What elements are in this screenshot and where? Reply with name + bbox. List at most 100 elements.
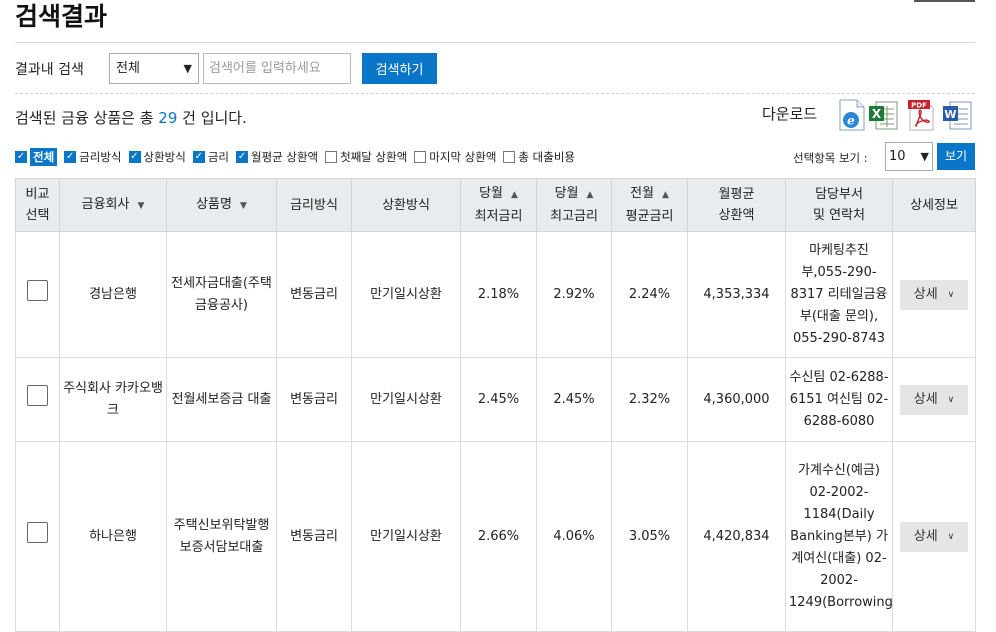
checkbox[interactable]: ✓ <box>64 151 77 163</box>
svg-text:PDF: PDF <box>911 102 927 110</box>
company-cell: 주식회사 카카오뱅크 <box>59 357 167 442</box>
monthly-payment-cell: 4,353,334 <box>687 231 786 358</box>
result-count: 29 <box>158 109 178 127</box>
option-first-payment[interactable]: 첫째달 상환액 <box>325 149 407 165</box>
max-rate-cell: 2.45% <box>536 357 612 442</box>
chevron-down-icon: ∨ <box>947 531 955 542</box>
view-count-select[interactable]: 10 ▼ <box>885 142 933 171</box>
view-count-value: 10 <box>889 149 906 164</box>
svg-text:W: W <box>944 108 956 121</box>
col-product[interactable]: 상품명 ▼ <box>166 178 277 232</box>
chevron-down-icon: ∨ <box>947 289 955 300</box>
repay-type-cell: 만기일시상환 <box>351 231 461 358</box>
avg-rate-cell: 3.05% <box>611 441 688 632</box>
option-rate-type[interactable]: ✓ 금리방식 <box>64 149 122 165</box>
option-all[interactable]: ✓ 전체 <box>15 148 58 166</box>
table-row: 하나은행 주택신보위탁발행보증서담보대출 변동금리 만기일시상환 2.66% 4… <box>15 441 976 632</box>
col-repay-type: 상환방식 <box>351 178 461 232</box>
view-count-label: 선택항목 보기 : <box>793 151 868 165</box>
contact-cell: 마케팅추진부,055-290-8317 리테일금융부(대출 문의), 055-2… <box>785 231 893 358</box>
avg-rate-cell: 2.32% <box>611 357 688 442</box>
contact-cell: 가계수신(예금) 02-2002-1184(Daily Banking본부) 가… <box>785 441 893 632</box>
compare-checkbox[interactable] <box>27 522 48 543</box>
checkbox[interactable] <box>503 151 516 163</box>
chevron-down-icon: ▼ <box>920 150 929 163</box>
min-rate-cell: 2.66% <box>460 441 537 632</box>
svg-text:e: e <box>847 114 855 128</box>
option-rate[interactable]: ✓ 금리 <box>192 149 229 165</box>
table-header-row: 비교 선택 금융회사 ▼ 상품명 ▼ 금리방식 상환방식 당월 ▲ 최저금리 당월 ▲ 최고금… <box>15 178 976 232</box>
repay-type-cell: 만기일시상환 <box>351 441 461 632</box>
detail-button[interactable]: 상세 ∨ <box>900 521 968 552</box>
option-monthly-payment[interactable]: ✓ 월평균 상환액 <box>236 149 318 165</box>
col-company[interactable]: 금융회사 ▼ <box>59 178 167 232</box>
min-rate-cell: 2.45% <box>460 357 537 442</box>
company-cell: 경남은행 <box>59 231 167 358</box>
sort-up-icon[interactable]: ▲ <box>511 190 518 200</box>
column-options: ✓ 전체 ✓ 금리방식 ✓ 상환방식 ✓ 금리 ✓ 월평균 상환액 첫째달 상환액 마지막… <box>15 147 582 167</box>
checkbox[interactable]: ✓ <box>15 151 27 163</box>
company-cell: 하나은행 <box>59 441 167 632</box>
excel-icon[interactable]: X <box>868 99 898 131</box>
rate-type-cell: 변동금리 <box>276 357 352 442</box>
result-summary: 검색된 금융 상품은 총 29 건 입니다. <box>15 107 247 128</box>
product-cell: 주택신보위탁발행보증서담보대출 <box>166 441 277 632</box>
avg-rate-cell: 2.24% <box>611 231 688 358</box>
checkbox[interactable]: ✓ <box>192 151 205 163</box>
chevron-down-icon: ∨ <box>947 394 955 405</box>
search-label: 결과내 검색 <box>15 61 84 78</box>
compare-cell <box>15 441 60 632</box>
monthly-payment-cell: 4,360,000 <box>687 357 786 442</box>
monthly-payment-cell: 4,420,834 <box>687 441 786 632</box>
max-rate-cell: 2.92% <box>536 231 612 358</box>
product-cell: 전세자금대출(주택금융공사) <box>166 231 277 358</box>
search-scope-select[interactable]: 전체 ▼ <box>109 53 199 84</box>
option-repay-type[interactable]: ✓ 상환방식 <box>128 149 186 165</box>
compare-checkbox[interactable] <box>27 280 48 301</box>
table-row: 주식회사 카카오뱅크 전월세보증금 대출 변동금리 만기일시상환 2.45% 2… <box>15 357 976 442</box>
view-button[interactable]: 보기 <box>937 143 975 170</box>
rate-type-cell: 변동금리 <box>276 231 352 358</box>
checkbox[interactable]: ✓ <box>128 151 141 163</box>
sort-down-icon[interactable]: ▼ <box>240 201 247 211</box>
summary-suffix: 건 입니다. <box>177 109 247 127</box>
option-total-cost[interactable]: 총 대출비용 <box>503 149 575 165</box>
compare-cell <box>15 231 60 358</box>
compare-cell <box>15 357 60 442</box>
sort-up-icon[interactable]: ▲ <box>662 190 669 200</box>
col-max-rate[interactable]: 당월 ▲ 최고금리 <box>536 178 612 232</box>
sort-up-icon[interactable]: ▲ <box>587 190 594 200</box>
search-input[interactable] <box>203 53 351 84</box>
ie-icon[interactable]: e <box>837 99 867 131</box>
page-title: 검색결과 <box>15 2 108 31</box>
sort-down-icon[interactable]: ▼ <box>137 201 144 211</box>
detail-cell: 상세 ∨ <box>892 441 976 632</box>
option-last-payment[interactable]: 마지막 상환액 <box>414 149 496 165</box>
detail-cell: 상세 ∨ <box>892 357 976 442</box>
results-table: 비교 선택 금융회사 ▼ 상품명 ▼ 금리방식 상환방식 당월 ▲ 최저금리 당월 ▲ 최고금… <box>15 178 976 632</box>
pdf-icon[interactable]: PDF <box>906 99 936 131</box>
checkbox[interactable] <box>325 151 338 163</box>
rate-type-cell: 변동금리 <box>276 441 352 632</box>
contact-cell: 수신팀 02-6288-6151 여신팀 02-6288-6080 <box>785 357 893 442</box>
repay-type-cell: 만기일시상환 <box>351 357 461 442</box>
compare-checkbox[interactable] <box>27 385 48 406</box>
chevron-down-icon: ▼ <box>183 62 192 75</box>
svg-text:X: X <box>872 107 882 121</box>
checkbox[interactable]: ✓ <box>236 151 248 163</box>
top-accent-bar <box>914 0 975 2</box>
word-icon[interactable]: W <box>942 99 972 131</box>
checkbox[interactable] <box>414 151 427 163</box>
title-divider <box>15 42 975 43</box>
product-cell: 전월세보증금 대출 <box>166 357 277 442</box>
table-row: 경남은행 전세자금대출(주택금융공사) 변동금리 만기일시상환 2.18% 2.… <box>15 231 976 358</box>
detail-button[interactable]: 상세 ∨ <box>900 279 968 310</box>
section-divider <box>15 93 975 94</box>
search-button[interactable]: 검색하기 <box>362 53 437 84</box>
detail-button[interactable]: 상세 ∨ <box>900 384 968 415</box>
col-avg-rate[interactable]: 전월 ▲ 평균금리 <box>611 178 688 232</box>
col-min-rate[interactable]: 당월 ▲ 최저금리 <box>460 178 537 232</box>
download-label: 다운로드 <box>762 105 818 123</box>
detail-cell: 상세 ∨ <box>892 231 976 358</box>
col-contact: 담당부서 및 연락처 <box>785 178 893 232</box>
